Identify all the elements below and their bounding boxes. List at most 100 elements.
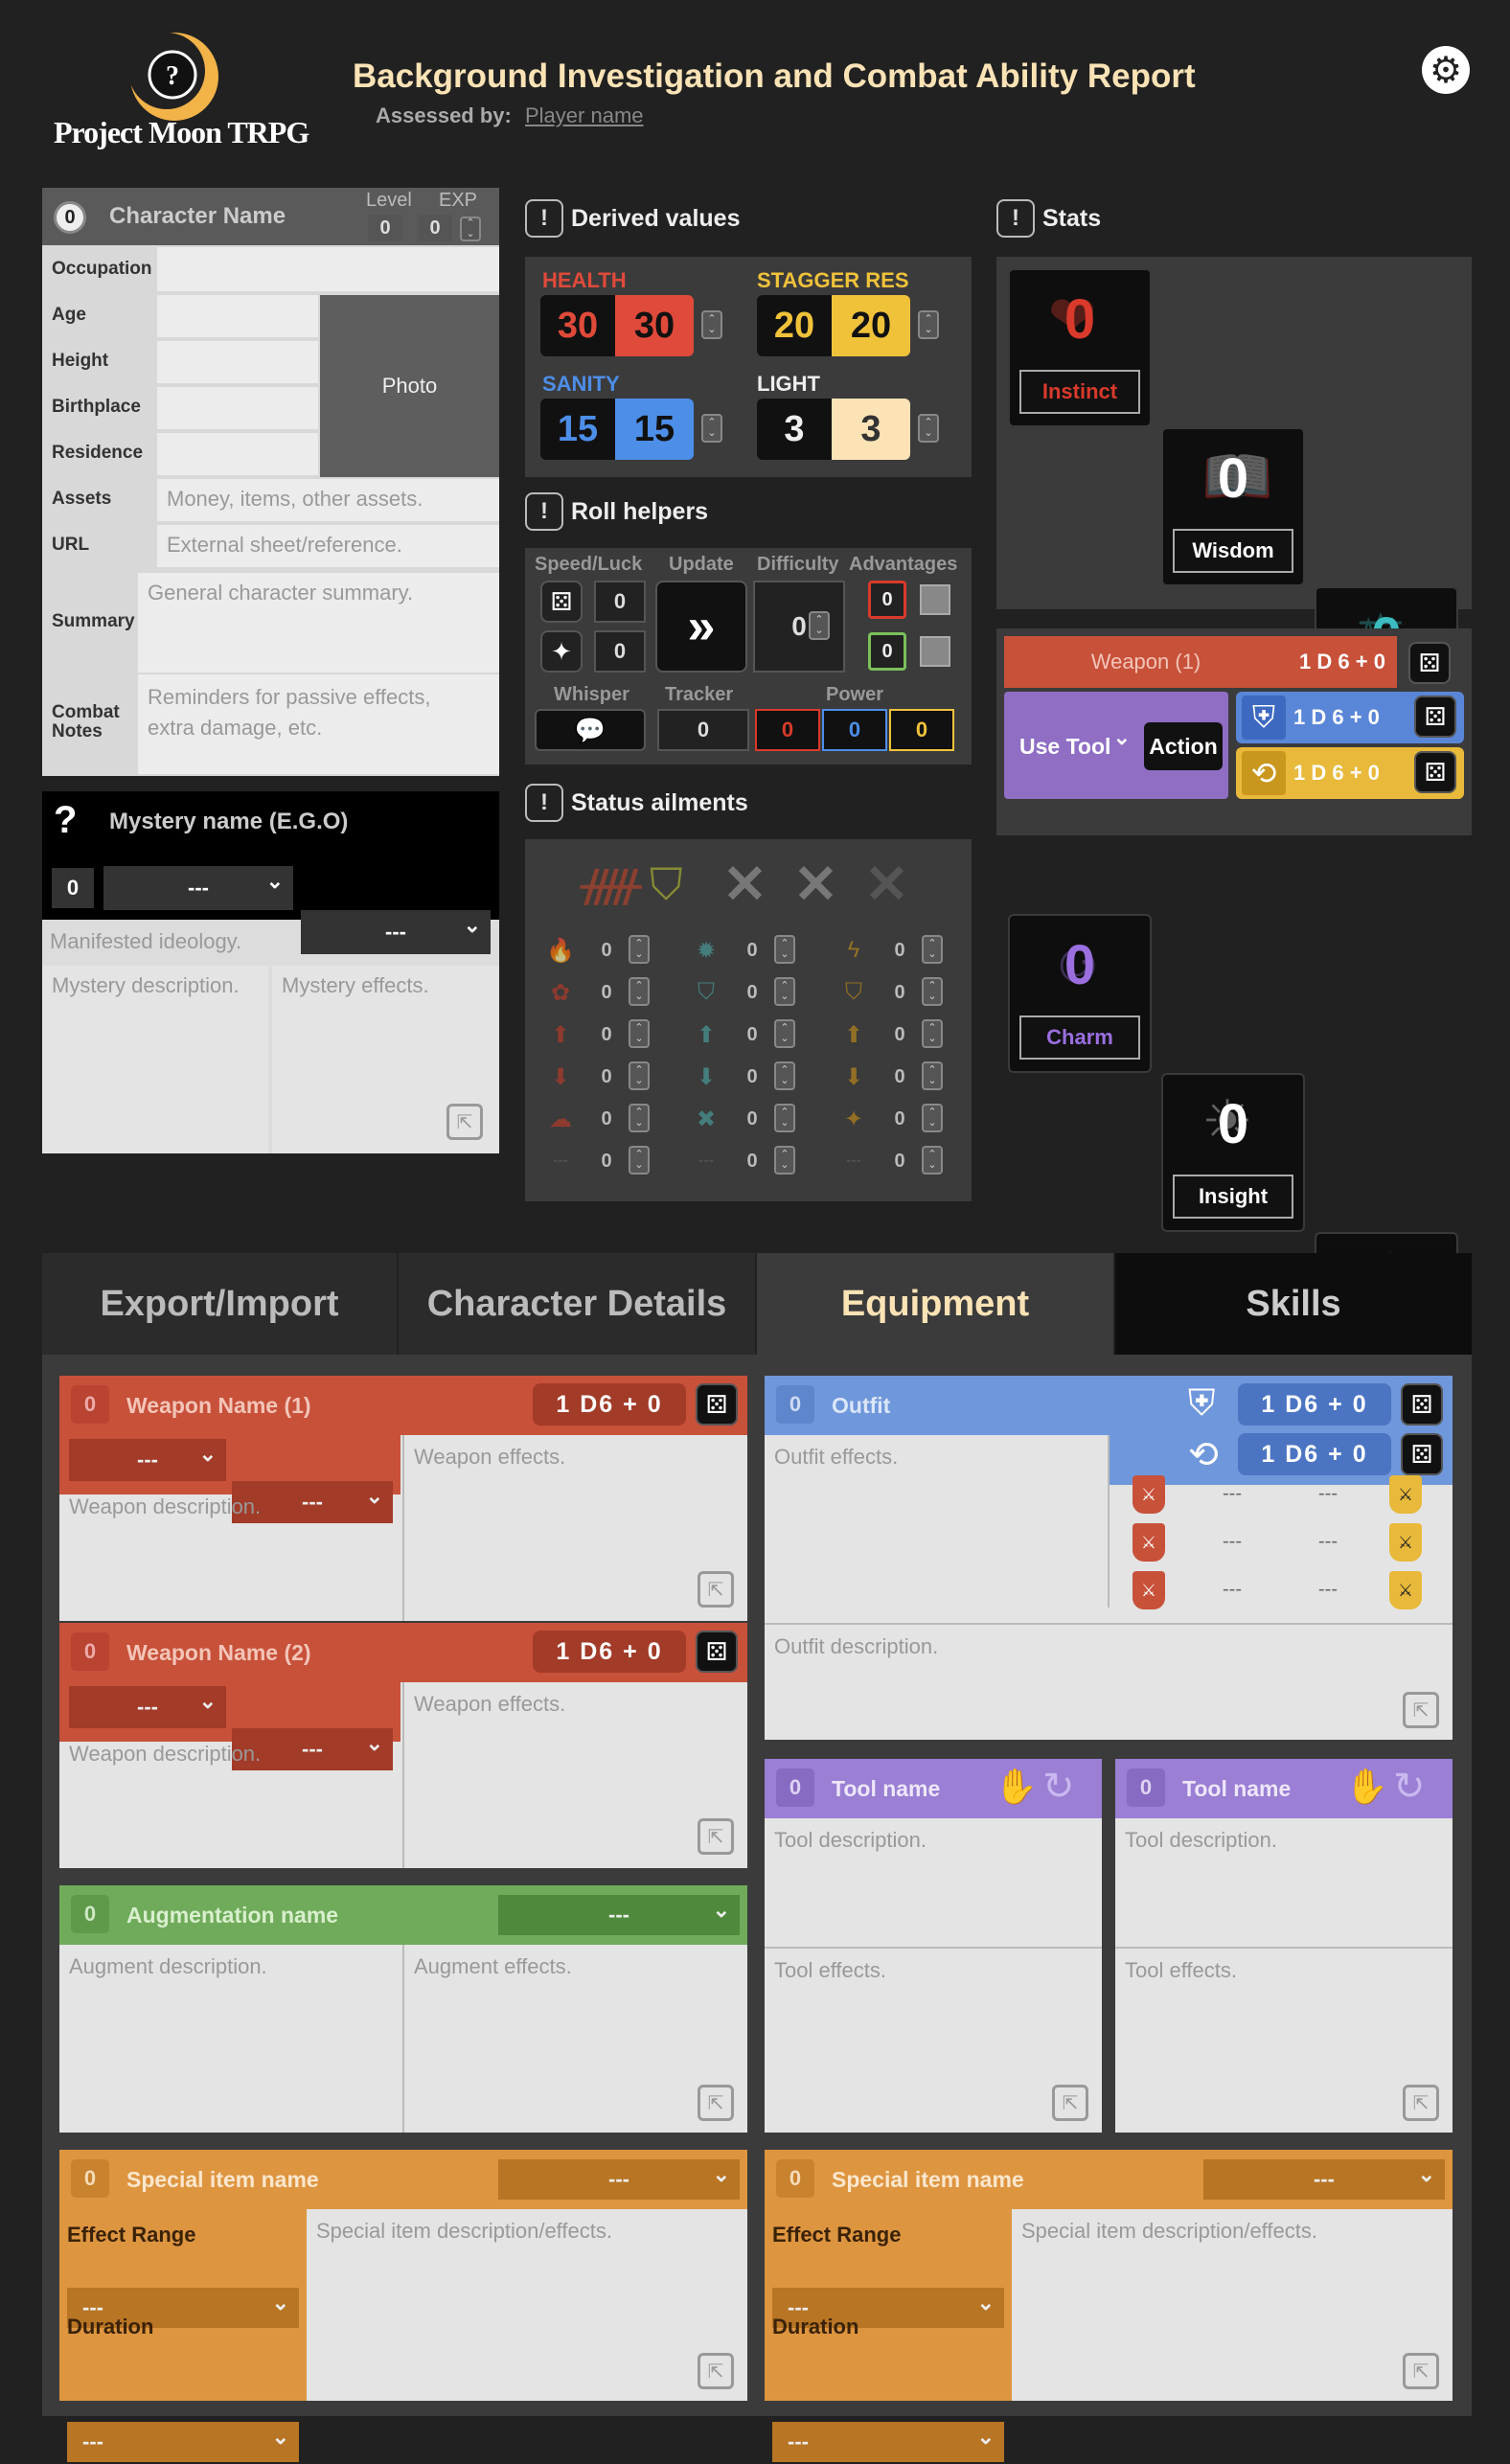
birthplace-input[interactable] xyxy=(157,387,318,429)
use-tool-select[interactable]: Use Tool xyxy=(1010,722,1140,770)
status-stepper[interactable]: ⌃ ⌄ xyxy=(922,935,943,964)
advantage-red[interactable]: 0 xyxy=(868,581,906,619)
player-name-input[interactable]: Player name xyxy=(525,103,644,128)
action-button[interactable]: Action xyxy=(1144,722,1223,770)
status-stepper[interactable]: ⌃ ⌄ xyxy=(629,1104,650,1132)
status-stepper[interactable]: ⌃ ⌄ xyxy=(774,1061,795,1090)
status-value[interactable]: 0 xyxy=(738,1019,766,1050)
alert-icon[interactable]: ! xyxy=(996,199,1035,238)
status-value[interactable]: 0 xyxy=(738,935,766,966)
age-input[interactable] xyxy=(157,295,318,337)
advantage-green[interactable]: 0 xyxy=(868,632,906,671)
weapon-2-description[interactable]: Weapon description. xyxy=(59,1732,400,1868)
tab-equipment[interactable]: Equipment xyxy=(757,1253,1113,1355)
outfit-evade-dice-icon[interactable]: ⚄ xyxy=(1401,1433,1443,1475)
augmentation-effects[interactable]: Augment effects. xyxy=(404,1945,747,2133)
ideology-input[interactable]: Manifested ideology. xyxy=(42,924,499,962)
tracker-input[interactable]: 0 xyxy=(657,709,749,751)
mystery-description[interactable]: Mystery description. xyxy=(42,966,268,1153)
alert-icon[interactable]: ! xyxy=(525,784,563,822)
status-stepper[interactable]: ⌃ ⌄ xyxy=(774,1104,795,1132)
tool-1-number[interactable]: 0 xyxy=(776,1768,814,1807)
tool-2-number[interactable]: 0 xyxy=(1127,1768,1165,1807)
evade-dice-icon[interactable]: ⚄ xyxy=(1414,751,1456,793)
character-number-badge[interactable]: 0 xyxy=(54,201,86,234)
mystery-name-input[interactable]: Mystery name (E.G.O) xyxy=(109,809,348,835)
outfit-name[interactable]: Outfit xyxy=(832,1393,890,1419)
stagger-max[interactable]: 20 xyxy=(832,295,910,356)
special-2-number[interactable]: 0 xyxy=(776,2159,814,2198)
resistance-value-1[interactable]: --- xyxy=(1223,1579,1242,1601)
stat-value[interactable]: 0 xyxy=(1064,933,1095,1010)
special-2-expand-icon[interactable]: ⇱ xyxy=(1403,2353,1439,2389)
height-input[interactable] xyxy=(157,341,318,383)
stat-instinct[interactable]: ❤ 0 Instinct xyxy=(1008,268,1152,427)
status-stepper[interactable]: ⌃ ⌄ xyxy=(774,935,795,964)
status-stepper[interactable]: ⌃ ⌄ xyxy=(922,977,943,1006)
status-value[interactable]: 0 xyxy=(738,977,766,1008)
difficulty-stepper[interactable]: ⌃ ⌄ xyxy=(809,611,830,640)
occupation-input[interactable] xyxy=(157,247,499,291)
photo-upload[interactable]: Photo xyxy=(320,295,499,477)
status-stepper[interactable]: ⌃ ⌄ xyxy=(922,1019,943,1048)
resistance-value-2[interactable]: --- xyxy=(1318,1483,1338,1505)
outfit-description[interactable]: Outfit description. xyxy=(765,1625,1453,1740)
sanity-current[interactable]: 15 xyxy=(540,399,615,460)
status-stepper[interactable]: ⌃ ⌄ xyxy=(922,1061,943,1090)
alert-icon[interactable]: ! xyxy=(525,199,563,238)
exp-input[interactable]: 0 xyxy=(418,215,452,241)
augmentation-number[interactable]: 0 xyxy=(71,1895,109,1933)
status-value[interactable]: 0 xyxy=(738,1061,766,1092)
augmentation-select[interactable]: --- xyxy=(498,1895,740,1935)
tool-2-expand-icon[interactable]: ⇱ xyxy=(1403,2085,1439,2121)
stat-value[interactable]: 0 xyxy=(1218,1092,1248,1169)
health-current[interactable]: 30 xyxy=(540,295,615,356)
tool-1-hand-icon[interactable]: ✋ xyxy=(995,1767,1038,1807)
power-yellow-input[interactable]: 0 xyxy=(889,709,954,751)
status-stepper[interactable]: ⌃ ⌄ xyxy=(774,1146,795,1175)
weapon-1-expand-icon[interactable]: ⇱ xyxy=(698,1571,734,1608)
status-value[interactable]: 0 xyxy=(885,1019,914,1050)
power-red-input[interactable]: 0 xyxy=(755,709,820,751)
resistance-value-1[interactable]: --- xyxy=(1223,1483,1242,1505)
tool-2-hand-icon[interactable]: ✋ xyxy=(1345,1767,1388,1807)
augmentation-description[interactable]: Augment description. xyxy=(59,1945,400,2133)
resistance-value-1[interactable]: --- xyxy=(1223,1531,1242,1553)
status-value[interactable]: 0 xyxy=(592,935,621,966)
weapon-2-select-1[interactable]: --- xyxy=(69,1686,226,1728)
weapon-2-name[interactable]: Weapon Name (2) xyxy=(126,1640,311,1666)
tool-1-expand-icon[interactable]: ⇱ xyxy=(1052,2085,1088,2121)
augmentation-expand-icon[interactable]: ⇱ xyxy=(698,2085,734,2121)
weapon-quick-button[interactable]: Weapon (1) xyxy=(1004,636,1288,688)
weapon-1-dice-icon[interactable]: ⚄ xyxy=(696,1383,738,1426)
luck-input[interactable]: 0 xyxy=(594,630,646,673)
tab-character-details[interactable]: Character Details xyxy=(399,1253,755,1355)
stagger-stepper[interactable]: ⌃ ⌄ xyxy=(918,310,939,339)
status-value[interactable]: 0 xyxy=(885,1061,914,1092)
status-stepper[interactable]: ⌃ ⌄ xyxy=(774,977,795,1006)
special-2-description[interactable]: Special item description/effects. xyxy=(1012,2209,1453,2401)
health-max[interactable]: 30 xyxy=(615,295,694,356)
expand-icon[interactable]: ⇱ xyxy=(446,1104,483,1140)
outfit-effects[interactable]: Outfit effects. xyxy=(765,1435,1106,1608)
tool-2-description[interactable]: Tool description. xyxy=(1115,1818,1453,1945)
weapon-2-dice-icon[interactable]: ⚄ xyxy=(696,1631,738,1673)
tool-1-description[interactable]: Tool description. xyxy=(765,1818,1102,1945)
alert-icon[interactable]: ! xyxy=(525,492,563,531)
light-current[interactable]: 3 xyxy=(757,399,832,460)
weapon-dice-icon[interactable]: ⚄ xyxy=(1408,642,1451,684)
weapon-2-expand-icon[interactable]: ⇱ xyxy=(698,1818,734,1855)
status-value[interactable]: 0 xyxy=(592,977,621,1008)
power-blue-input[interactable]: 0 xyxy=(822,709,887,751)
difficulty-input[interactable]: 0 xyxy=(753,581,845,673)
augmentation-name[interactable]: Augmentation name xyxy=(126,1903,338,1928)
stat-charm[interactable]: ☺ 0 Charm xyxy=(1008,914,1152,1073)
light-max[interactable]: 3 xyxy=(832,399,910,460)
status-value[interactable]: 0 xyxy=(885,1104,914,1134)
exp-stepper[interactable]: ⌃ ⌄ xyxy=(460,217,481,241)
status-value[interactable]: 0 xyxy=(592,1104,621,1134)
status-value[interactable]: 0 xyxy=(885,977,914,1008)
special-1-select[interactable]: --- xyxy=(498,2159,740,2200)
speed-input[interactable]: 0 xyxy=(594,581,646,623)
summary-input[interactable]: General character summary. xyxy=(138,573,499,673)
